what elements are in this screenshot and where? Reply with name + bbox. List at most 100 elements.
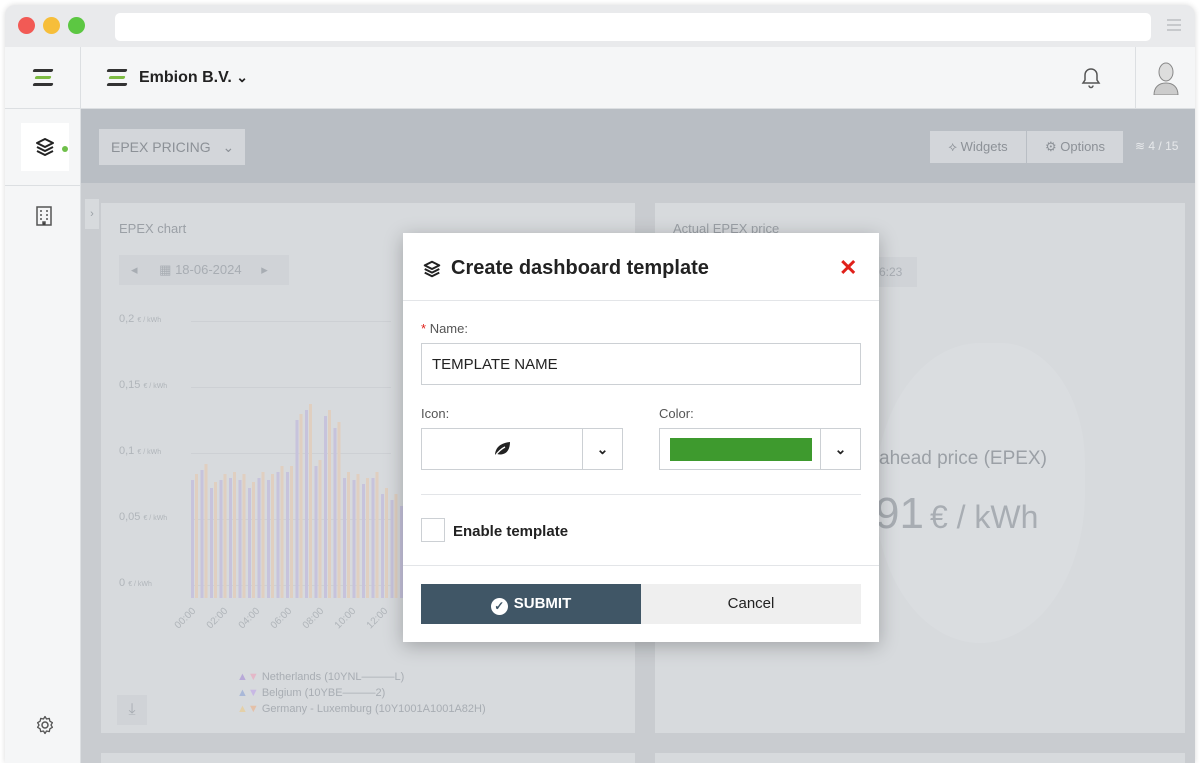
chart-bar (200, 470, 204, 598)
chart-bar (305, 410, 308, 598)
chart-bar (337, 422, 341, 598)
dashboard-toolbar: EPEX PRICING ⌄ ⟡ Widgets ⚙ Options ≋ 4 /… (81, 109, 1195, 183)
submit-label: SUBMIT (513, 595, 572, 612)
dashboard-select[interactable]: EPEX PRICING ⌄ (99, 129, 245, 165)
dashboard-count: ≋ 4 / 15 (1135, 139, 1178, 153)
close-window-button[interactable] (18, 17, 35, 34)
download-icon[interactable]: ⤓ (117, 695, 147, 725)
y-tick-label: 0 € / kWh (119, 577, 152, 589)
chart-bar (299, 414, 303, 598)
grid-line (191, 387, 391, 388)
settings-gear-icon[interactable] (35, 715, 55, 740)
x-tick-label: 02:00 (204, 605, 231, 632)
minimize-window-button[interactable] (43, 17, 60, 34)
company-switcher[interactable]: Embion B.V. ⌄ (139, 69, 248, 87)
icon-label: Icon: (421, 406, 450, 421)
date-value: 18-06-2024 (175, 262, 242, 277)
cancel-button[interactable]: Cancel (641, 584, 861, 624)
chart-bar (343, 478, 346, 598)
prev-date-icon[interactable]: ◂ (131, 262, 138, 277)
next-date-icon[interactable]: ▸ (261, 262, 268, 277)
required-mark: * (421, 321, 427, 336)
chart-bar (375, 472, 379, 598)
chart-bar (347, 472, 350, 598)
chevron-down-icon: ⌄ (236, 69, 248, 85)
check-circle-icon: ✓ (490, 598, 508, 615)
create-template-modal: Create dashboard template ✕ * Name: Icon… (403, 233, 879, 642)
chart-bar (333, 428, 337, 598)
home-logo-button[interactable] (5, 47, 81, 109)
dashboard-count-value: 4 / 15 (1148, 139, 1179, 153)
x-tick-label: 12:00 (364, 605, 391, 632)
chart-bar (248, 488, 251, 598)
modal-title: Create dashboard template (451, 257, 709, 279)
calendar-icon: ▦ (159, 262, 172, 277)
close-icon[interactable]: ✕ (839, 255, 857, 281)
chart-bar (204, 464, 208, 598)
app-header: Embion B.V. ⌄ (5, 47, 1195, 109)
building-icon[interactable] (35, 205, 53, 232)
bottom-card-right (655, 753, 1185, 763)
chart-bar (328, 410, 331, 598)
leaf-icon (494, 442, 510, 457)
active-status-dot (62, 146, 68, 152)
chart-bar (271, 474, 274, 598)
legend-item-belgium[interactable]: ▲▼ Belgium (10YBE———2) (237, 685, 486, 701)
user-menu[interactable] (1135, 47, 1195, 109)
options-label: Options (1060, 139, 1106, 154)
dashboard-select-value: EPEX PRICING (111, 139, 211, 155)
widgets-icon: ⟡ (948, 139, 957, 154)
grid-line (191, 321, 391, 322)
enable-template-label: Enable template (453, 523, 569, 540)
chart-bar (286, 472, 289, 598)
chart-bar (394, 494, 398, 598)
icon-select[interactable]: ⌄ (421, 428, 623, 470)
color-select[interactable]: ⌄ (659, 428, 861, 470)
chart-bar (223, 474, 227, 598)
chart-bar (309, 404, 312, 598)
x-tick-label: 04:00 (236, 605, 263, 632)
chart-bar (352, 480, 356, 598)
submit-button[interactable]: ✓ SUBMIT (421, 584, 641, 624)
browser-window: Embion B.V. ⌄ EPEX PRICING ⌄ ⟡ Widgets ⚙… (5, 5, 1195, 763)
date-picker[interactable]: ◂ ▦ 18-06-2024 ▸ (119, 255, 289, 285)
collapse-panel-toggle[interactable]: › (85, 199, 99, 229)
legend-item-germany[interactable]: ▲▼ Germany - Luxemburg (10Y1001A1001A82H… (237, 701, 486, 717)
chart-bar (371, 478, 375, 598)
chart-bar (362, 484, 365, 598)
avatar (1152, 61, 1180, 96)
y-tick-label: 0,05 € / kWh (119, 511, 168, 523)
chevron-down-icon[interactable]: ⌄ (582, 429, 622, 469)
template-name-input[interactable] (421, 343, 861, 385)
chart-bar (267, 480, 270, 598)
chart-bar (318, 460, 322, 598)
browser-menu-icon[interactable] (1167, 19, 1181, 31)
chart-bar (238, 480, 242, 598)
legend-item-netherlands[interactable]: ▲▼ Netherlands (10YNL———L) (237, 669, 486, 685)
chevron-down-icon[interactable]: ⌄ (820, 429, 860, 469)
x-tick-label: 00:00 (172, 605, 199, 632)
chart-bar (261, 472, 265, 598)
widgets-button[interactable]: ⟡ Widgets (930, 131, 1026, 163)
bell-icon[interactable] (1081, 67, 1101, 95)
chart-bar (356, 474, 360, 598)
bottom-card-left (101, 753, 635, 763)
chart-bar (366, 478, 369, 598)
layers-icon: ≋ (1135, 139, 1146, 153)
chart-bar (385, 488, 388, 598)
modal-divider (421, 494, 861, 495)
address-bar[interactable] (115, 13, 1151, 41)
name-label-text: Name: (429, 321, 468, 336)
options-button[interactable]: ⚙ Options (1027, 131, 1123, 163)
chevron-down-icon: ⌄ (222, 139, 235, 155)
y-tick-label: 0,2 € / kWh (119, 313, 162, 325)
maximize-window-button[interactable] (68, 17, 85, 34)
sidebar (5, 109, 81, 763)
modal-header: Create dashboard template ✕ (403, 233, 879, 301)
chart-bar (390, 500, 394, 598)
price-value: 91 € / kWh (875, 489, 1039, 538)
enable-template-checkbox[interactable] (421, 518, 445, 542)
x-tick-label: 06:00 (268, 605, 295, 632)
name-label: * Name: (421, 321, 468, 336)
chart-bar (195, 474, 198, 598)
